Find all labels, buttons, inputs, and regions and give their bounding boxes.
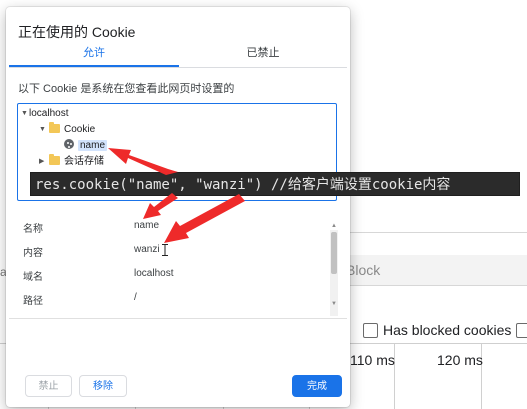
has-blocked-cookies-checkbox[interactable]	[363, 323, 378, 338]
background-block-text: Block	[346, 262, 381, 278]
detail-label-domain: 域名	[23, 272, 43, 283]
detail-value-content: wanzi	[134, 244, 160, 255]
detail-value-name: name	[134, 220, 160, 231]
detail-label-name: 名称	[23, 224, 43, 235]
done-button[interactable]: 完成	[292, 375, 342, 397]
tab-blocked[interactable]: 已禁止	[178, 47, 348, 69]
detail-value-path: /	[134, 292, 137, 303]
remove-button[interactable]: 移除	[79, 375, 127, 397]
tree-node-localhost[interactable]: ▼localhost	[21, 107, 68, 121]
folder-icon	[49, 121, 60, 133]
has-blocked-cookies-label[interactable]: Has blocked cookies	[383, 322, 511, 338]
tree-node-label: Cookie	[64, 124, 96, 135]
cookie-icon	[64, 139, 74, 150]
text-cursor-icon	[162, 244, 168, 256]
collapse-triangle-icon[interactable]: ▶	[39, 155, 47, 169]
detail-label-path: 路径	[23, 296, 43, 307]
dialog-title: 正在使用的 Cookie	[18, 24, 136, 40]
cookies-description: 以下 Cookie 是系统在您查看此网页时设置的	[18, 83, 235, 95]
footer-divider	[9, 318, 347, 319]
expand-triangle-icon[interactable]: ▼	[21, 107, 29, 121]
code-annotation: res.cookie("name", "wanzi") //给客户端设置cook…	[30, 172, 520, 196]
tree-node-cookie-folder[interactable]: ▼ Cookie	[39, 121, 96, 137]
background-checkbox[interactable]	[516, 323, 527, 338]
background-divider	[350, 285, 527, 286]
tree-node-cookie-name[interactable]: name	[64, 139, 108, 153]
scroll-down-icon[interactable]: ▼	[331, 301, 337, 307]
tab-divider	[9, 67, 347, 68]
timeline-label: 110 ms	[350, 352, 395, 368]
background-divider	[350, 232, 527, 233]
block-button[interactable]: 禁止	[25, 375, 72, 397]
expand-triangle-icon[interactable]: ▼	[39, 123, 47, 137]
detail-label-content: 内容	[23, 248, 43, 259]
folder-icon	[49, 153, 60, 165]
tree-node-session-storage[interactable]: ▶ 会话存储	[39, 153, 104, 169]
cookies-in-use-dialog: 正在使用的 Cookie 允许 已禁止 以下 Cookie 是系统在您查看此网页…	[6, 7, 350, 407]
tree-node-label: localhost	[29, 108, 69, 119]
details-scrollbar-thumb[interactable]	[331, 232, 337, 274]
tree-node-label: 会话存储	[64, 156, 104, 167]
scroll-up-icon[interactable]: ▲	[331, 223, 337, 229]
detail-value-domain: localhost	[134, 268, 174, 279]
timeline-label: 120 ms	[437, 352, 483, 368]
tree-node-label: name	[78, 140, 108, 151]
